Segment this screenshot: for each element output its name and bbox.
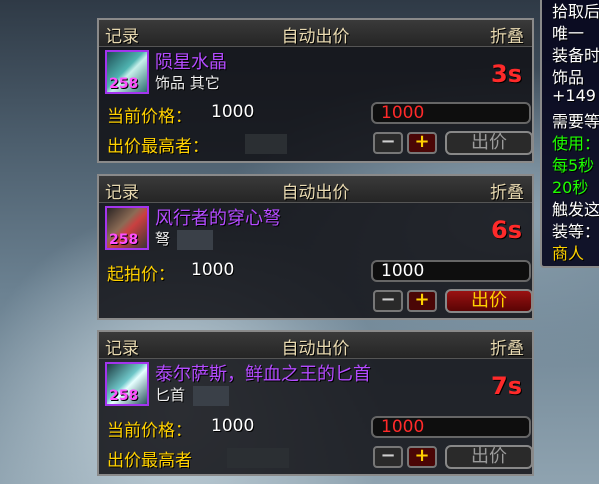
crossbow-icon[interactable]: 258 — [105, 206, 149, 250]
redacted-item-subtype — [177, 230, 213, 250]
item-level: 258 — [109, 232, 139, 248]
tooltip-line-use: 使用： — [552, 134, 599, 153]
decrease-bid-button[interactable]: − — [373, 132, 403, 154]
decrease-bid-button[interactable]: − — [373, 446, 403, 468]
current-price-label: 当前价格： — [107, 421, 192, 441]
item-type: 弩 — [155, 230, 171, 248]
bid-amount-input[interactable]: 1000 — [371, 102, 531, 124]
item-name[interactable]: 风行者的穿心弩 — [155, 204, 281, 230]
redacted-bidder-name — [245, 134, 287, 154]
tooltip-line-requires: 需要等 — [552, 112, 599, 131]
loot-frame-header: 记录 自动出价 折叠 — [99, 20, 532, 47]
auto-bid-button[interactable]: 自动出价 — [99, 22, 532, 47]
collapse-button[interactable]: 折叠 — [490, 334, 524, 359]
tooltip-line-slot: 饰品 — [552, 68, 585, 87]
tooltip-line-unique: 唯一 — [552, 24, 585, 43]
redacted-bidder-name — [227, 448, 289, 468]
starting-price-label: 起拍价： — [107, 265, 175, 285]
tooltip-line-effect-1: 每5秒 — [552, 156, 595, 175]
item-type: 匕首 — [155, 386, 186, 404]
tooltip-line-binds: 拾取后 — [552, 2, 599, 21]
tooltip-line-trigger: 触发这 — [552, 200, 599, 219]
current-price-value: 1000 — [211, 102, 255, 122]
countdown-timer: 6s — [491, 216, 522, 244]
increase-bid-button[interactable]: + — [407, 446, 437, 468]
highest-bidder-label: 出价最高者： — [107, 137, 209, 157]
starting-price-value: 1000 — [191, 260, 235, 280]
crystal-icon[interactable]: 258 — [105, 50, 149, 94]
auto-bid-button[interactable]: 自动出价 — [99, 334, 532, 359]
item-level: 258 — [109, 76, 139, 92]
tooltip-line-vendor: 商人 — [552, 244, 585, 263]
bid-button[interactable]: 出价 — [445, 445, 533, 469]
bid-button[interactable]: 出价 — [445, 131, 533, 155]
countdown-timer: 7s — [491, 372, 522, 400]
tooltip-line-item-level: 装等： — [552, 222, 599, 241]
item-tooltip: 拾取后 唯一 装备时 饰品 +149 需要等 使用： 每5秒 20秒 触发这 装… — [540, 0, 599, 268]
item-name[interactable]: 泰尔萨斯，鲜血之王的匕首 — [155, 360, 371, 386]
bid-button[interactable]: 出价 — [445, 289, 533, 313]
bid-amount-input[interactable]: 1000 — [371, 416, 531, 438]
current-price-value: 1000 — [211, 416, 255, 436]
increase-bid-button[interactable]: + — [407, 132, 437, 154]
loot-frame-1: 记录 自动出价 折叠 258 陨星水晶 饰品 其它 3s 当前价格： 1000 … — [97, 18, 534, 163]
current-price-label: 当前价格： — [107, 107, 192, 127]
tooltip-line-equip: 装备时 — [552, 46, 599, 65]
item-name[interactable]: 陨星水晶 — [155, 48, 227, 74]
highest-bidder-label: 出价最高者 — [107, 451, 192, 471]
tooltip-line-stat: +149 — [552, 86, 596, 105]
item-type: 饰品 其它 — [155, 74, 220, 92]
collapse-button[interactable]: 折叠 — [490, 178, 524, 203]
collapse-button[interactable]: 折叠 — [490, 22, 524, 47]
loot-frame-header: 记录 自动出价 折叠 — [99, 176, 532, 203]
auto-bid-button[interactable]: 自动出价 — [99, 178, 532, 203]
countdown-timer: 3s — [491, 60, 522, 88]
loot-frame-3: 记录 自动出价 折叠 258 泰尔萨斯，鲜血之王的匕首 匕首 7s 当前价格： … — [97, 330, 534, 476]
loot-frame-header: 记录 自动出价 折叠 — [99, 332, 532, 359]
tooltip-line-effect-2: 20秒 — [552, 178, 589, 197]
loot-frame-2: 记录 自动出价 折叠 258 风行者的穿心弩 弩 6s 起拍价： 1000 10… — [97, 174, 534, 320]
decrease-bid-button[interactable]: − — [373, 290, 403, 312]
bid-amount-input[interactable]: 1000 — [371, 260, 531, 282]
redacted-item-subtype — [193, 386, 229, 406]
dagger-icon[interactable]: 258 — [105, 362, 149, 406]
increase-bid-button[interactable]: + — [407, 290, 437, 312]
item-level: 258 — [109, 388, 139, 404]
